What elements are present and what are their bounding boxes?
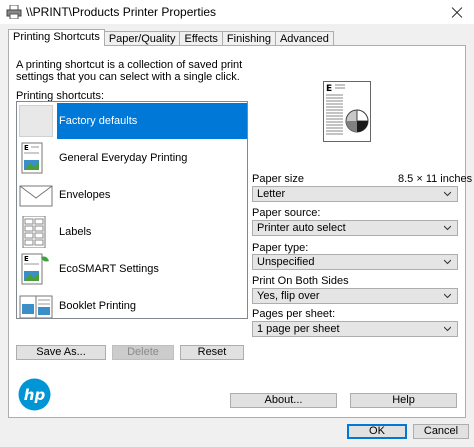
booklet-icon	[19, 295, 53, 318]
list-item-label: Labels	[59, 226, 92, 238]
svg-text:E: E	[24, 255, 29, 263]
close-icon[interactable]	[440, 0, 474, 24]
paper-source-value: Printer auto select	[257, 222, 346, 234]
list-item-general-everyday[interactable]: E General Everyday Printing	[17, 140, 247, 176]
paper-type-select[interactable]: Unspecified	[252, 254, 458, 270]
pages-per-sheet-label: Pages per sheet:	[252, 308, 336, 320]
ok-button[interactable]: OK	[347, 424, 407, 439]
tab-printing-shortcuts[interactable]: Printing Shortcuts	[8, 29, 105, 46]
tab-strip: Printing Shortcuts Paper/Quality Effects…	[8, 29, 334, 46]
shortcuts-list[interactable]: Factory defaults E General Everyday Prin…	[16, 101, 248, 319]
paper-type-value: Unspecified	[257, 256, 315, 268]
title-bar: \\PRINT\Products Printer Properties	[0, 0, 474, 24]
pages-per-sheet-select[interactable]: 1 page per sheet	[252, 321, 458, 337]
chevron-down-icon	[444, 225, 451, 231]
shortcut-description: A printing shortcut is a collection of s…	[16, 59, 243, 83]
document-image-icon: E	[21, 142, 43, 174]
tab-paper-quality[interactable]: Paper/Quality	[103, 31, 181, 46]
svg-text:E: E	[24, 144, 29, 152]
list-item-factory-defaults[interactable]: Factory defaults	[17, 103, 247, 139]
tab-panel: A printing shortcut is a collection of s…	[8, 45, 472, 418]
list-item-label: Booklet Printing	[59, 300, 137, 312]
list-item-label: EcoSMART Settings	[59, 263, 159, 275]
chevron-down-icon	[444, 191, 451, 197]
reset-button[interactable]: Reset	[180, 345, 244, 360]
paper-size-select[interactable]: Letter	[252, 186, 458, 202]
svg-text:hp: hp	[24, 386, 46, 404]
window-title: \\PRINT\Products Printer Properties	[26, 5, 217, 19]
about-button[interactable]: About...	[230, 393, 337, 408]
page-preview-image: E	[323, 81, 371, 142]
list-item-label: General Everyday Printing	[59, 152, 188, 164]
chevron-down-icon	[444, 259, 451, 265]
eco-document-icon: E	[21, 253, 49, 285]
paper-source-select[interactable]: Printer auto select	[252, 220, 458, 236]
paper-size-dimensions: 8.5 × 11 inches	[398, 173, 473, 185]
paper-size-value: Letter	[257, 188, 286, 200]
printer-icon	[6, 5, 22, 19]
chevron-down-icon	[444, 293, 451, 299]
list-item-labels[interactable]: Labels	[17, 214, 247, 250]
duplex-value: Yes, flip over	[257, 290, 320, 302]
hp-logo: hp	[18, 378, 51, 411]
list-item-booklet[interactable]: Booklet Printing	[17, 288, 247, 318]
help-button[interactable]: Help	[350, 393, 457, 408]
list-item-label: Factory defaults	[59, 115, 138, 127]
tab-effects[interactable]: Effects	[179, 31, 223, 46]
chevron-down-icon	[444, 326, 451, 332]
blank-page-icon	[19, 105, 53, 137]
tab-finishing[interactable]: Finishing	[221, 31, 276, 46]
save-as-button[interactable]: Save As...	[16, 345, 106, 360]
duplex-label: Print On Both Sides	[252, 275, 349, 287]
paper-type-label: Paper type:	[252, 242, 309, 254]
duplex-select[interactable]: Yes, flip over	[252, 288, 458, 304]
paper-size-label: Paper size	[252, 173, 304, 185]
list-item-ecosmart[interactable]: E EcoSMART Settings	[17, 251, 247, 287]
cancel-button[interactable]: Cancel	[413, 424, 469, 439]
svg-text:E: E	[326, 84, 332, 94]
delete-button[interactable]: Delete	[112, 345, 174, 360]
labels-sheet-icon	[22, 216, 46, 248]
list-item-envelopes[interactable]: Envelopes	[17, 177, 247, 213]
tab-advanced[interactable]: Advanced	[274, 31, 334, 46]
list-item-label: Envelopes	[59, 189, 111, 201]
pages-per-sheet-value: 1 page per sheet	[257, 323, 340, 335]
paper-source-label: Paper source:	[252, 207, 321, 219]
envelope-icon	[19, 185, 53, 207]
